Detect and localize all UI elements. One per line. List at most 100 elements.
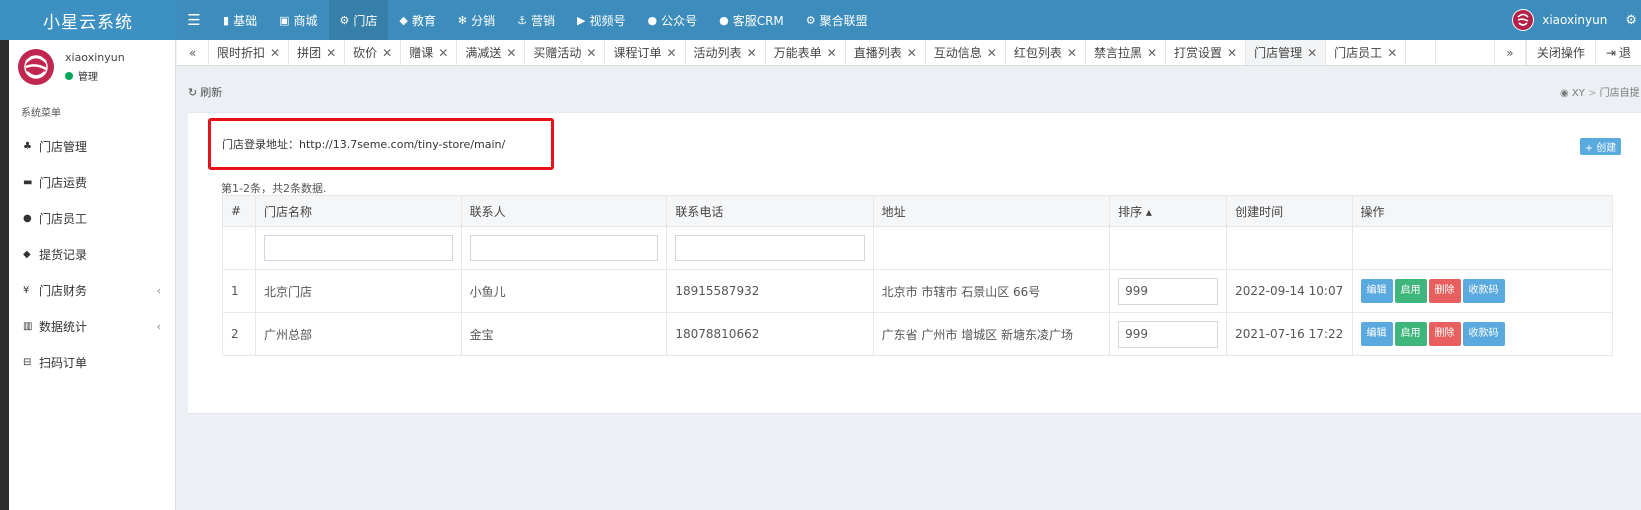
filter-cell: [1226, 226, 1353, 270]
sidebar-item-store-finance[interactable]: ¥ 门店财务 ‹: [9, 272, 175, 308]
tab-course-orders[interactable]: 课程订单 ✕: [605, 40, 686, 65]
sort-input[interactable]: 999: [1118, 277, 1219, 305]
topnav-item-marketing[interactable]: ⚓ 营销: [506, 0, 566, 40]
tab-store-staff[interactable]: 门店员工 ✕: [1326, 40, 1407, 65]
topnav-item-store[interactable]: ⚙ 门店: [328, 0, 389, 40]
truck-icon: ▬: [23, 176, 33, 188]
tab-label: 门店员工: [1334, 46, 1383, 60]
tab-group-buy[interactable]: 拼团 ✕: [289, 40, 346, 65]
topnav-item-union[interactable]: ⚙ 聚合联盟: [795, 0, 879, 40]
tab-flash-discount[interactable]: 限时折扣 ✕: [209, 40, 290, 65]
topnav-item-crm[interactable]: ● 客服CRM: [708, 0, 795, 40]
tab-bargain[interactable]: 砍价 ✕: [345, 40, 402, 65]
topnav-item-mall[interactable]: ▣ 商城: [268, 0, 328, 40]
tab-label: 买赠活动: [533, 46, 582, 60]
delete-button[interactable]: 删除: [1428, 322, 1461, 346]
column-header[interactable]: 地址: [872, 195, 1111, 227]
sidebar-item-store-management[interactable]: ♣ 门店管理: [9, 128, 175, 164]
close-operations-button[interactable]: 关闭操作: [1525, 40, 1595, 65]
chevron-left-icon: ‹: [156, 283, 161, 297]
close-icon[interactable]: ✕: [1387, 46, 1397, 60]
create-button[interactable]: + 创建: [1580, 138, 1621, 155]
sidebar-item-statistics[interactable]: ▥ 数据统计 ‹: [9, 308, 175, 344]
filter-cell: [460, 226, 668, 270]
user-menu[interactable]: xiaoxinyun ⚙: [1512, 0, 1641, 40]
enable-button[interactable]: 启用: [1394, 322, 1427, 346]
tab-activity-list[interactable]: 活动列表 ✕: [686, 40, 766, 65]
topnav-item-video[interactable]: ▶ 视频号: [566, 0, 636, 40]
close-icon[interactable]: ✕: [1067, 46, 1077, 60]
tab-tip-settings[interactable]: 打赏设置 ✕: [1166, 40, 1247, 65]
filter-cell: [872, 226, 1111, 270]
filter-contact-input[interactable]: [469, 235, 659, 261]
breadcrumb-home[interactable]: XY: [1572, 88, 1585, 99]
tab-buy-gift[interactable]: 买赠活动 ✕: [525, 40, 606, 65]
close-icon[interactable]: ✕: [586, 46, 596, 60]
close-icon[interactable]: ✕: [747, 46, 757, 60]
column-header[interactable]: 门店名称: [254, 195, 462, 227]
sidebar-item-scan-orders[interactable]: ⊟ 扫码订单: [9, 344, 175, 380]
delete-button[interactable]: 删除: [1428, 279, 1461, 303]
cell-created: 2022-09-14 10:07: [1226, 269, 1353, 313]
tab-interaction-info[interactable]: 互动信息 ✕: [926, 40, 1006, 65]
sidebar-item-store-shipping[interactable]: ▬ 门店运费: [9, 164, 175, 200]
sidebar-item-store-staff[interactable]: ● 门店员工: [9, 200, 175, 236]
tab-universal-form[interactable]: 万能表单 ✕: [766, 40, 846, 65]
topnav-item-education[interactable]: ◆ 教育: [388, 0, 446, 40]
tab-label: 门店管理: [1254, 46, 1303, 60]
close-icon[interactable]: ✕: [1227, 46, 1237, 60]
filter-store-name-input[interactable]: [263, 235, 453, 261]
tabs-next-button[interactable]: »: [1493, 40, 1526, 65]
column-header[interactable]: 联系人: [460, 195, 668, 227]
close-icon[interactable]: ✕: [1147, 46, 1157, 60]
sidebar-item-pickup-records[interactable]: ◆ 提货记录: [9, 236, 175, 272]
tab-live-list[interactable]: 直播列表 ✕: [846, 40, 926, 65]
close-icon[interactable]: ✕: [907, 46, 917, 60]
column-header[interactable]: 联系电话: [666, 195, 874, 227]
tab-store-management[interactable]: 门店管理 ✕: [1246, 40, 1327, 65]
refresh-button[interactable]: ↻ 刷新: [188, 84, 222, 100]
topnav-item-distribution[interactable]: ✻ 分销: [447, 0, 506, 40]
filter-phone-input[interactable]: [675, 235, 865, 261]
tab-spacer: [1406, 40, 1437, 65]
gear-icon[interactable]: ⚙: [1625, 13, 1637, 28]
union-icon: ⚙: [805, 13, 816, 27]
sort-input[interactable]: 999: [1118, 320, 1219, 348]
enable-button[interactable]: 启用: [1394, 279, 1427, 303]
close-icon[interactable]: ✕: [827, 46, 837, 60]
topnav-label: 聚合联盟: [819, 13, 868, 28]
column-header-sort[interactable]: 排序 ▴: [1109, 195, 1228, 227]
close-icon[interactable]: ✕: [326, 46, 336, 60]
close-icon[interactable]: ✕: [987, 46, 997, 60]
edit-button[interactable]: 编辑: [1360, 279, 1393, 303]
close-icon[interactable]: ✕: [382, 46, 392, 60]
topnav-label: 商城: [293, 13, 318, 28]
topnav-item-official-account[interactable]: ● 公众号: [636, 0, 708, 40]
close-icon[interactable]: ✕: [438, 46, 448, 60]
payment-code-button[interactable]: 收款码: [1462, 322, 1505, 346]
close-icon[interactable]: ✕: [506, 46, 516, 60]
sidebar: xiaoxinyun 管理 系统菜单 ♣ 门店管理 ▬ 门店运费 ● 门店员工 ◆ 提货…: [0, 40, 176, 510]
menu-header: 系统菜单: [21, 108, 61, 119]
tab-gift-course[interactable]: 赠课 ✕: [401, 40, 458, 65]
tab-mute-blacklist[interactable]: 禁言拉黑 ✕: [1086, 40, 1167, 65]
edit-button[interactable]: 编辑: [1360, 322, 1393, 346]
logout-button[interactable]: ⇥ 退: [1594, 40, 1641, 65]
payment-code-button[interactable]: 收款码: [1462, 279, 1505, 303]
tab-red-packet-list[interactable]: 红包列表 ✕: [1006, 40, 1086, 65]
topnav-item-basic[interactable]: ▮ 基础: [212, 0, 268, 40]
close-icon[interactable]: ✕: [1307, 46, 1317, 60]
filter-cell: [666, 226, 874, 270]
tab-full-reduction[interactable]: 满减送 ✕: [457, 40, 526, 65]
app-title[interactable]: 小星云系统: [0, 0, 176, 40]
filter-cell: [1351, 226, 1614, 270]
menu-toggle-icon[interactable]: ☰: [176, 0, 212, 40]
chat-icon: ●: [719, 13, 729, 27]
tabs-prev-button[interactable]: «: [177, 40, 209, 65]
breadcrumb: ◉ XY > 门店自提: [1560, 88, 1640, 99]
minus-square-icon: ⊟: [23, 356, 32, 368]
close-icon[interactable]: ✕: [270, 46, 280, 60]
close-icon[interactable]: ✕: [666, 46, 676, 60]
tab-label: 万能表单: [773, 46, 822, 60]
column-header[interactable]: 创建时间: [1226, 195, 1353, 227]
